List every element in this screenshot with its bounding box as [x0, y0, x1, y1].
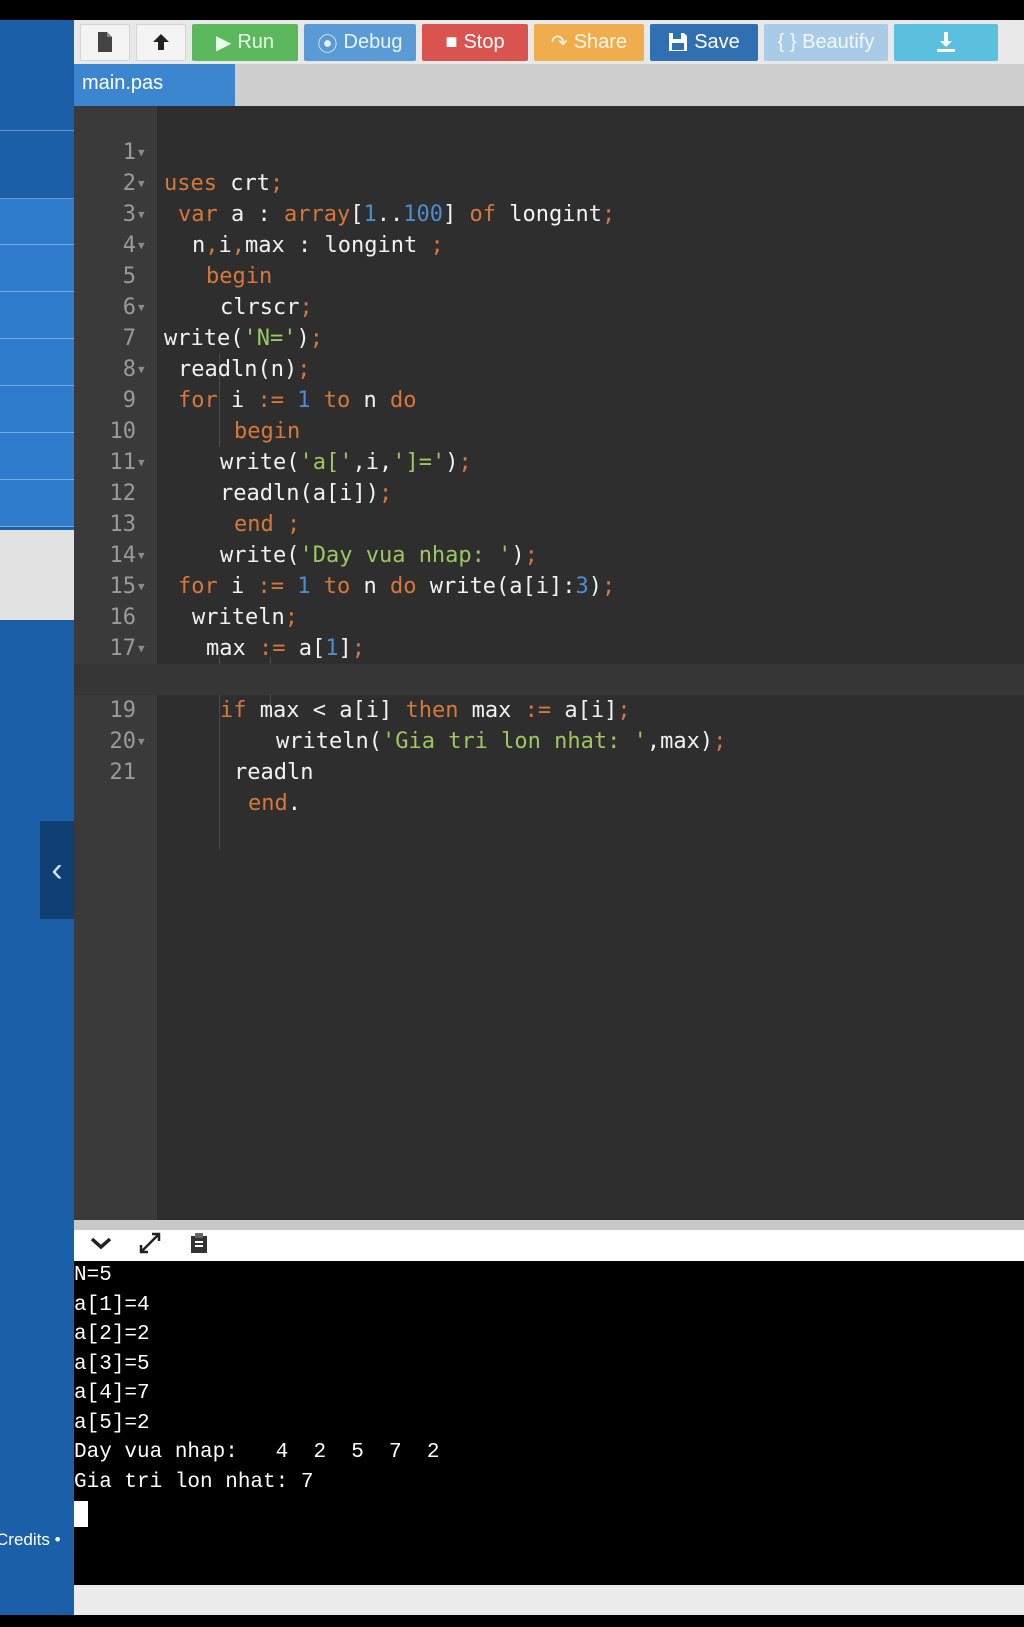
- code-line: 12 end ;: [109, 481, 301, 537]
- upload-button[interactable]: [136, 23, 186, 61]
- terminal-cursor: [74, 1501, 88, 1527]
- console-line: a[1]=4: [74, 1293, 150, 1317]
- debug-button[interactable]: ⦿ Debug: [304, 23, 416, 61]
- file-tab-bar: main.pas: [74, 64, 1024, 106]
- debug-icon: ⦿: [317, 33, 338, 56]
- tab-main-pas[interactable]: main.pas: [74, 64, 235, 106]
- code-line: 4 ▼ begin: [74, 199, 1024, 289]
- beautify-button[interactable]: { } Beautify: [764, 23, 888, 61]
- chevron-down-icon[interactable]: [90, 1234, 112, 1257]
- console-output[interactable]: N=5 a[1]=4 a[2]=2 a[3]=5 a[4]=7 a[5]=2 D…: [74, 1261, 1024, 1585]
- console-line: a[3]=5: [74, 1352, 150, 1376]
- play-icon: ▶: [215, 31, 232, 54]
- chevron-left-icon: ‹: [51, 850, 63, 889]
- sidebar-item[interactable]: [0, 245, 74, 292]
- code-line: 14 ▼ for i := 1 to n do write(a[i]:3);: [74, 509, 1024, 599]
- console-line: Day vua nhap: 4 2 5 7 2: [74, 1441, 440, 1464]
- panel-splitter[interactable]: [74, 1220, 1024, 1230]
- file-icon: [98, 32, 112, 52]
- floppy-icon: [669, 33, 688, 51]
- code-line: 15 ▼ writeln;: [74, 540, 1024, 630]
- collapse-sidebar-button[interactable]: ‹: [40, 821, 74, 919]
- left-sidebar: ‹ Credits •: [0, 20, 74, 1615]
- console-line: N=5: [74, 1264, 112, 1287]
- sidebar-item[interactable]: [0, 292, 74, 339]
- save-button[interactable]: Save: [650, 23, 758, 61]
- expand-icon[interactable]: [138, 1231, 162, 1261]
- new-file-button[interactable]: [80, 23, 130, 61]
- code-line: 2 ▼ var a : array[1..100] of longint;: [74, 137, 1024, 227]
- code-line: 11 ▼ readln(a[i]);: [74, 416, 1024, 506]
- upload-icon: [153, 34, 169, 50]
- code-line: 7 readln(n);: [122, 326, 311, 382]
- code-line: 1 ▼ uses crt;: [74, 106, 1024, 196]
- code-line: 9 begin: [122, 388, 301, 444]
- stop-button[interactable]: ■ Stop: [422, 23, 528, 61]
- sidebar-ad-area: [0, 530, 74, 620]
- code-line: 6 ▼ write('N=');: [74, 261, 1024, 351]
- console-line: a[5]=2: [74, 1411, 150, 1435]
- run-button[interactable]: ▶ Run: [192, 23, 298, 61]
- credits-link[interactable]: Credits •: [0, 1530, 61, 1550]
- console-line: Gia tri lon nhat: 7: [74, 1470, 314, 1494]
- share-button[interactable]: ↷ Share: [534, 23, 644, 61]
- code-line: 5 clrscr;: [122, 264, 313, 320]
- download-button[interactable]: [894, 23, 998, 61]
- toolbar: ▶ Run ⦿ Debug ■ Stop ↷ Share Save { } Be…: [74, 20, 1024, 64]
- code-line: 3 ▼ n,i,max : longint ;: [74, 168, 1024, 258]
- code-line: 21 end.: [109, 760, 302, 816]
- console-line: a[4]=7: [74, 1382, 150, 1405]
- share-icon: ↷: [550, 31, 568, 54]
- code-line-active: 19 writeln('Gia tri lon nhat: ',max);: [74, 664, 1024, 754]
- sidebar-item[interactable]: [0, 131, 74, 199]
- console-toolbar: [74, 1230, 1024, 1261]
- sidebar-item[interactable]: [0, 20, 74, 131]
- sidebar-item[interactable]: [0, 199, 74, 245]
- code-line: 8 ▼ for i := 1 to n do: [74, 323, 1024, 413]
- stop-icon: ■: [445, 30, 458, 53]
- code-line: 20 ▼ readln: [74, 695, 1024, 785]
- clipboard-icon[interactable]: [188, 1231, 210, 1261]
- code-line: 18▼ if max < a[i] then max := a[i];: [74, 633, 1024, 723]
- code-line: 17▼ for i := 1 to n do: [74, 602, 1024, 692]
- code-editor[interactable]: 1 ▼ uses crt; 2 ▼ var a : array[1..100] of…: [74, 106, 1024, 1220]
- code-line: 13 write('Day vua nhap: ');: [109, 512, 538, 568]
- console-line: a[2]=2: [74, 1323, 150, 1346]
- code-line: 10 write('a[',i,']=');: [109, 419, 472, 475]
- sidebar-item[interactable]: [0, 386, 74, 433]
- bottom-strip: [74, 1585, 1024, 1615]
- sidebar-item[interactable]: [0, 433, 74, 480]
- code-line: 16 max := a[1];: [109, 605, 365, 661]
- download-icon: [937, 32, 955, 52]
- sidebar-item[interactable]: [0, 480, 74, 527]
- sidebar-item[interactable]: [0, 339, 74, 386]
